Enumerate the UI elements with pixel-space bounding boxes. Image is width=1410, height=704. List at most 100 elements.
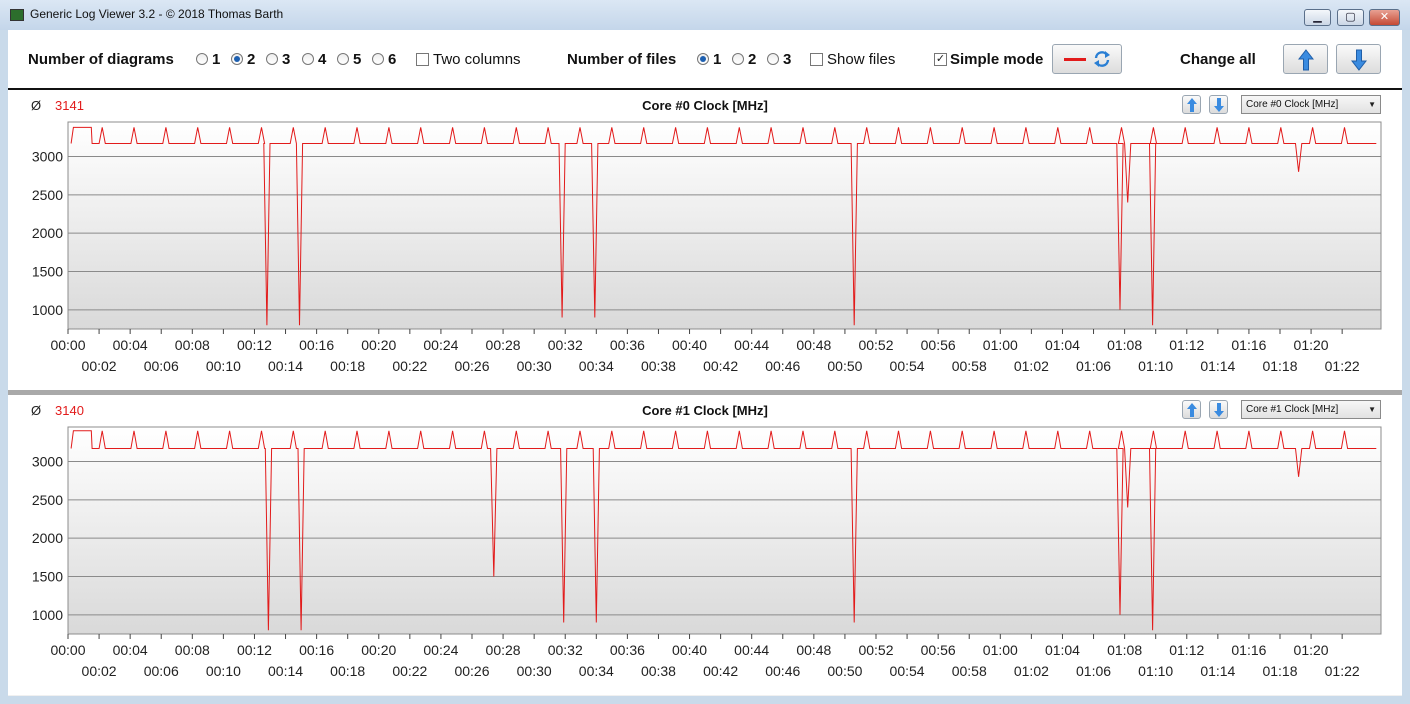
x-tick-label: 01:12 — [1169, 337, 1204, 353]
diagrams-option-3[interactable]: 3 — [282, 51, 290, 68]
diagrams-radio-4[interactable] — [302, 53, 314, 65]
diagrams-option-1[interactable]: 1 — [212, 51, 220, 68]
panel-header: Ø 3140 Core #1 Clock [MHz] Core #1 Clock… — [8, 395, 1402, 423]
x-tick-label: 01:12 — [1169, 642, 1204, 658]
x-tick-label: 00:52 — [858, 642, 893, 658]
files-radio-1[interactable] — [697, 53, 709, 65]
x-tick-label: 01:04 — [1045, 642, 1080, 658]
x-tick-label: 00:18 — [330, 358, 365, 374]
x-tick-label: 00:42 — [703, 358, 738, 374]
plot-area — [67, 426, 1382, 635]
x-tick-label: 00:16 — [299, 642, 334, 658]
x-tick-label: 01:18 — [1262, 663, 1297, 679]
close-button[interactable]: ✕ — [1369, 9, 1400, 26]
diagrams-radio-1[interactable] — [196, 53, 208, 65]
x-tick-label: 00:00 — [50, 642, 85, 658]
files-radio-2[interactable] — [732, 53, 744, 65]
line-color-icon — [1064, 58, 1086, 61]
x-tick-label: 00:16 — [299, 337, 334, 353]
files-option-1[interactable]: 1 — [713, 51, 721, 68]
x-tick-label: 01:20 — [1294, 642, 1329, 658]
simple-mode-checkbox[interactable]: ✓ — [934, 53, 947, 66]
x-tick-label: 01:00 — [983, 337, 1018, 353]
move-up-button[interactable] — [1182, 400, 1201, 419]
diagrams-radio-3[interactable] — [266, 53, 278, 65]
y-tick-label: 2000 — [32, 530, 63, 546]
diagrams-option-6[interactable]: 6 — [388, 51, 396, 68]
x-tick-label: 01:16 — [1231, 642, 1266, 658]
x-tick-label: 00:38 — [641, 663, 676, 679]
x-tick-label: 00:50 — [827, 358, 862, 374]
x-tick-label: 01:08 — [1107, 642, 1142, 658]
x-tick-label: 00:22 — [392, 358, 427, 374]
files-radio-3[interactable] — [767, 53, 779, 65]
move-up-button[interactable] — [1182, 95, 1201, 114]
panel-header: Ø 3141 Core #0 Clock [MHz] Core #0 Clock… — [8, 90, 1402, 118]
maximize-button[interactable]: ▢ — [1337, 9, 1364, 26]
files-option-2[interactable]: 2 — [748, 51, 756, 68]
x-tick-label: 00:02 — [82, 358, 117, 374]
diagrams-option-4[interactable]: 4 — [318, 51, 326, 68]
x-tick-label: 01:06 — [1076, 663, 1111, 679]
x-tick-label: 00:48 — [796, 337, 831, 353]
minimize-button[interactable]: ▁ — [1304, 9, 1331, 26]
two-columns-label[interactable]: Two columns — [433, 51, 521, 68]
x-tick-label: 01:22 — [1325, 358, 1360, 374]
x-tick-label: 00:40 — [672, 337, 707, 353]
y-tick-label: 2500 — [32, 492, 63, 508]
y-tick-label: 3000 — [32, 149, 63, 165]
x-tick-label: 00:04 — [113, 337, 148, 353]
y-tick-label: 1500 — [32, 569, 63, 585]
x-tick-label: 00:14 — [268, 358, 303, 374]
diagrams-radio-6[interactable] — [372, 53, 384, 65]
x-tick-label: 00:20 — [361, 642, 396, 658]
x-tick-label: 00:50 — [827, 663, 862, 679]
x-tick-label: 00:58 — [952, 663, 987, 679]
simple-mode-label[interactable]: Simple mode — [950, 51, 1043, 68]
x-tick-label: 00:34 — [579, 663, 614, 679]
arrow-up-icon — [1298, 49, 1314, 71]
show-files-checkbox[interactable] — [810, 53, 823, 66]
diagrams-radio-2[interactable] — [231, 53, 243, 65]
x-tick-label: 00:52 — [858, 337, 893, 353]
x-tick-label: 00:24 — [423, 642, 458, 658]
move-down-button[interactable] — [1209, 95, 1228, 114]
diagrams-option-2[interactable]: 2 — [247, 51, 255, 68]
x-tick-label: 01:18 — [1262, 358, 1297, 374]
move-all-up-button[interactable] — [1283, 44, 1328, 74]
y-tick-label: 3000 — [32, 454, 63, 470]
sensor-select[interactable]: Core #1 Clock [MHz] ▼ — [1241, 400, 1381, 419]
clock-chart: 1000 1500 2000 2500 3000 00:00 00:04 00:08 00:12… — [32, 426, 1382, 679]
x-tick-label: 01:22 — [1325, 663, 1360, 679]
show-files-label[interactable]: Show files — [827, 51, 895, 68]
sensor-select[interactable]: Core #0 Clock [MHz] ▼ — [1241, 95, 1381, 114]
move-all-down-button[interactable] — [1336, 44, 1381, 74]
diagrams-radio-5[interactable] — [337, 53, 349, 65]
x-tick-label: 00:40 — [672, 642, 707, 658]
x-tick-label: 00:46 — [765, 663, 800, 679]
x-tick-label: 01:02 — [1014, 663, 1049, 679]
window-title: Generic Log Viewer 3.2 - © 2018 Thomas B… — [30, 7, 284, 21]
line-style-button[interactable] — [1052, 44, 1122, 74]
x-tick-label: 00:36 — [610, 337, 645, 353]
x-tick-label: 00:38 — [641, 358, 676, 374]
x-tick-label: 00:58 — [952, 358, 987, 374]
x-tick-label: 00:54 — [890, 663, 925, 679]
x-tick-label: 00:36 — [610, 642, 645, 658]
chevron-down-icon: ▼ — [1368, 100, 1376, 109]
client-area: Number of diagrams 1 2 3 4 5 6 Two colum… — [8, 30, 1402, 696]
maximize-icon: ▢ — [1345, 11, 1356, 23]
files-option-3[interactable]: 3 — [783, 51, 791, 68]
x-tick-label: 00:04 — [113, 642, 148, 658]
x-tick-label: 00:42 — [703, 663, 738, 679]
x-tick-label: 01:06 — [1076, 358, 1111, 374]
diagrams-option-5[interactable]: 5 — [353, 51, 361, 68]
x-tick-label: 00:46 — [765, 358, 800, 374]
x-tick-label: 00:00 — [50, 337, 85, 353]
x-tick-label: 00:56 — [921, 337, 956, 353]
refresh-icon — [1094, 51, 1110, 67]
x-tick-label: 00:54 — [890, 358, 925, 374]
two-columns-checkbox[interactable] — [416, 53, 429, 66]
move-down-button[interactable] — [1209, 400, 1228, 419]
diagrams-label: Number of diagrams — [28, 51, 174, 68]
